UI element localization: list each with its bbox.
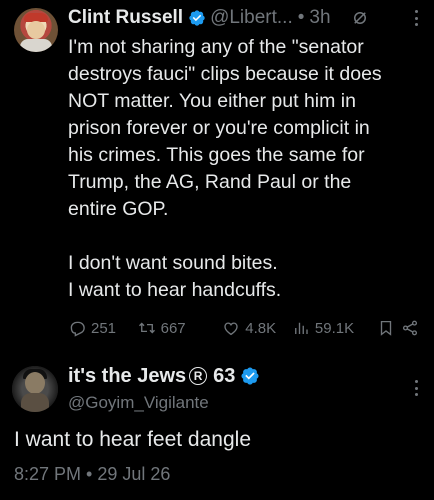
verified-badge-icon <box>241 367 259 385</box>
tweet-line: I don't want sound bites. <box>68 252 278 274</box>
author-name[interactable]: it's the Jews <box>68 365 186 388</box>
share-icon <box>403 320 418 336</box>
separator-dot: • <box>297 7 305 28</box>
views-count: 59.1K <box>314 319 355 337</box>
tweet-line: I'm not sharing any of the "senator <box>68 36 364 58</box>
verified-badge-icon <box>189 10 205 26</box>
more-icon[interactable] <box>414 380 418 396</box>
bookmark-button[interactable] <box>377 319 398 337</box>
avatar[interactable] <box>12 366 58 412</box>
tweet-line: entire GOP. <box>68 198 169 220</box>
reply-timestamp[interactable]: 8:27 PM • 29 Jul 26 <box>14 464 170 485</box>
retweet-button[interactable]: 667 <box>138 319 223 337</box>
share-button[interactable] <box>401 319 422 337</box>
reply-text: I want to hear feet dangle <box>14 428 251 451</box>
author-handle[interactable]: @Goyim_Vigilante <box>68 393 209 413</box>
registered-badge: R <box>189 367 208 385</box>
bookmark-icon <box>380 320 391 336</box>
avatar[interactable] <box>14 8 58 52</box>
more-icon[interactable] <box>414 10 418 26</box>
tweet-line: NOT matter. You either put him in <box>68 90 356 112</box>
reply-header: it's the Jews R 63 <box>68 362 260 390</box>
tweet-line: I want to hear handcuffs. <box>68 279 282 301</box>
tweet-time[interactable]: 3h <box>309 7 330 29</box>
tweet-line: his crimes. This goes the same for <box>68 144 365 166</box>
retweet-count: 667 <box>160 319 186 337</box>
author-number: 63 <box>213 364 236 387</box>
grok-icon[interactable] <box>351 9 369 27</box>
reply-count: 251 <box>91 319 117 337</box>
tweet-main[interactable]: Clint Russell @Libert... • 3h I'm not sh… <box>0 0 434 350</box>
like-count: 4.8K <box>245 319 277 337</box>
views-button[interactable]: 59.1K <box>292 319 377 337</box>
author-handle[interactable]: @Libert... <box>210 7 293 29</box>
tweet-text: I'm not sharing any of the "senator dest… <box>68 34 418 304</box>
tweet-line: prison forever or you're complicit in <box>68 117 370 139</box>
views-icon <box>294 322 308 334</box>
tweet-actions: 251 667 4.8K 59.1K <box>68 316 422 340</box>
like-button[interactable]: 4.8K <box>222 319 292 337</box>
tweet-line: destroys fauci" clips because it does <box>68 63 382 85</box>
tweet-reply[interactable]: it's the Jews R 63 @Goyim_Vigilante I wa… <box>0 356 434 500</box>
tweet-line: Trump, the AG, Rand Paul or the <box>68 171 352 193</box>
reply-icon <box>70 321 85 337</box>
tweet-header: Clint Russell @Libert... • 3h <box>68 5 369 31</box>
author-name[interactable]: Clint Russell <box>68 7 183 29</box>
like-icon <box>224 322 238 336</box>
reply-button[interactable]: 251 <box>68 319 138 337</box>
retweet-icon <box>138 322 155 334</box>
